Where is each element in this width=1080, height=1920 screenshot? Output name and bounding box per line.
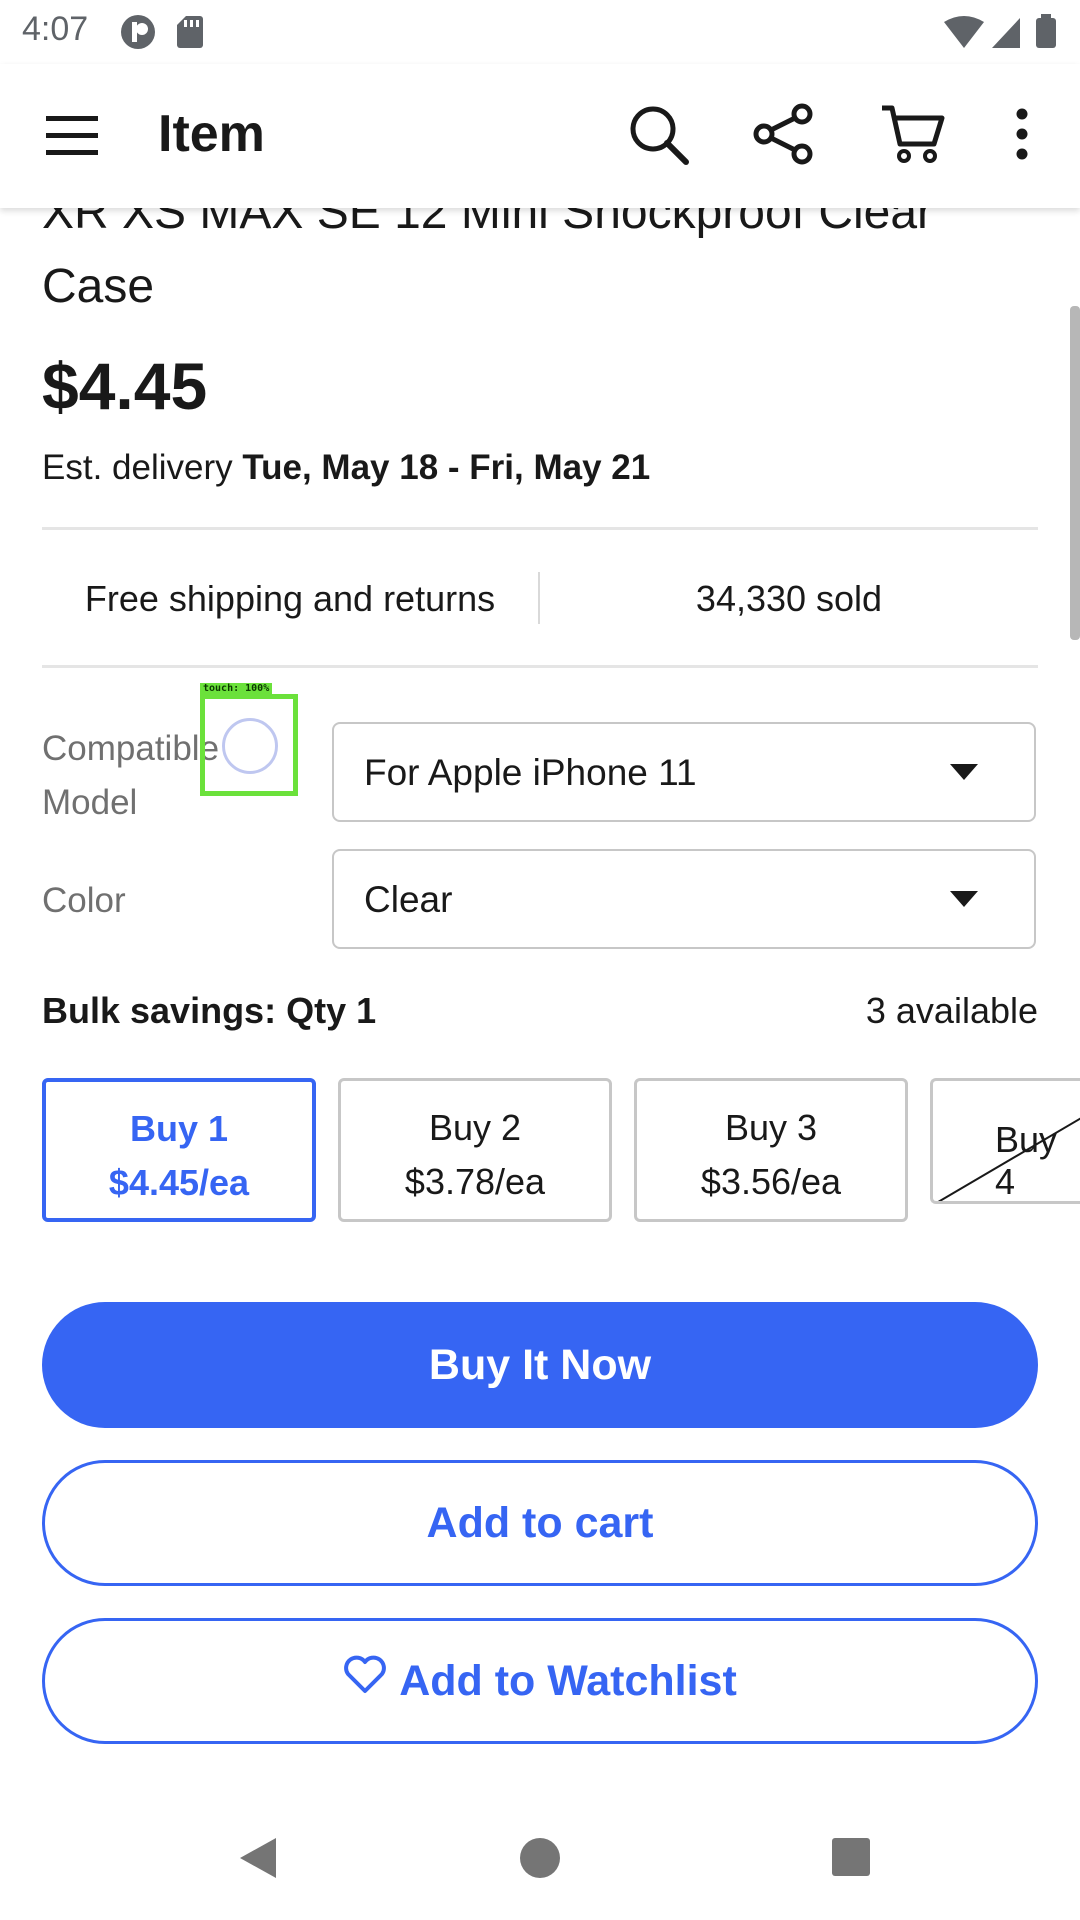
compatible-model-value: For Apple iPhone 11 <box>364 752 697 793</box>
menu-icon <box>46 116 98 155</box>
status-system-icons <box>942 14 1062 55</box>
share-icon <box>753 103 813 165</box>
recents-button[interactable] <box>832 1838 870 1876</box>
compatible-model-label: Compatible Model <box>42 722 219 830</box>
shipping-sold-row: Free shipping and returns 34,330 sold <box>42 528 1038 666</box>
search-icon <box>630 106 689 165</box>
bulk-option-buy-1[interactable]: Buy 1 $4.45/ea <box>42 1078 316 1222</box>
notification-icon <box>121 15 203 49</box>
compatible-model-label-line1: Compatible <box>42 729 220 768</box>
scrollbar[interactable] <box>1070 306 1080 640</box>
sold-count: 34,330 sold <box>695 578 883 619</box>
share-button[interactable] <box>752 102 816 166</box>
bulk-option-label: Buy 1 <box>129 1108 229 1149</box>
add-to-watchlist-button[interactable]: Add to Watchlist <box>42 1618 1038 1744</box>
touch-indicator-circle <box>222 718 278 774</box>
bulk-option-price: $4.45/ea <box>108 1162 250 1203</box>
status-time: 4:07 <box>22 10 89 48</box>
estimated-delivery: Est. delivery Tue, May 18 - Fri, May 21 <box>42 448 650 488</box>
status-notification-icons <box>120 14 210 55</box>
color-select[interactable]: Clear <box>332 849 1036 949</box>
wifi-signal-battery-icon <box>944 14 1056 48</box>
cart-icon <box>882 105 945 163</box>
search-button[interactable] <box>626 102 690 166</box>
heart-icon <box>343 1621 387 1741</box>
touch-indicator-label: touch: 100% <box>200 683 273 695</box>
chevron-down-icon <box>950 891 978 907</box>
color-value: Clear <box>364 879 453 920</box>
back-triangle-icon <box>240 1838 276 1878</box>
bulk-option-price: $3.56/ea <box>700 1161 842 1202</box>
bulk-option-buy-3[interactable]: Buy 3 $3.56/ea <box>634 1078 908 1222</box>
more-vert-icon <box>1016 108 1028 160</box>
item-price: $4.45 <box>42 349 208 423</box>
delivery-label: Est. delivery <box>42 448 243 487</box>
page-title: Item <box>158 105 265 163</box>
shipping-info: Free shipping and returns <box>84 578 496 619</box>
available-quantity: 3 available <box>865 990 1038 1031</box>
bulk-option-label: Buy 2 <box>428 1107 522 1148</box>
status-bar: 4:07 <box>0 0 1080 64</box>
cart-button[interactable] <box>880 102 946 166</box>
screen: 4:07 Item XR XS MAX SE 12 Mini Shockproo… <box>0 0 1080 1920</box>
divider <box>42 665 1038 668</box>
menu-button[interactable] <box>40 104 104 168</box>
home-button[interactable] <box>520 1838 560 1878</box>
bulk-option-price: $3.78/ea <box>404 1161 546 1202</box>
add-to-watchlist-label: Add to Watchlist <box>399 1657 737 1705</box>
app-bar: Item <box>0 64 1080 208</box>
bulk-option-label: Buy 4 <box>995 1119 1058 1202</box>
bulk-option-label: Buy 3 <box>724 1107 818 1148</box>
item-title-line2: Case <box>42 260 155 313</box>
more-options-button[interactable] <box>1002 102 1042 166</box>
buy-it-now-button[interactable]: Buy It Now <box>42 1302 1038 1428</box>
bulk-option-buy-4[interactable]: Buy 4 <box>930 1078 1080 1204</box>
system-navigation-bar <box>0 1800 1080 1920</box>
back-button[interactable] <box>236 1834 280 1887</box>
delivery-dates: Tue, May 18 - Fri, May 21 <box>242 448 651 487</box>
add-to-cart-button[interactable]: Add to cart <box>42 1460 1038 1586</box>
color-label: Color <box>42 881 126 920</box>
chevron-down-icon <box>950 764 978 780</box>
bulk-savings-title: Bulk savings: Qty 1 <box>42 990 377 1031</box>
compatible-model-label-line2: Model <box>42 783 138 822</box>
bulk-option-buy-2[interactable]: Buy 2 $3.78/ea <box>338 1078 612 1222</box>
compatible-model-select[interactable]: For Apple iPhone 11 <box>332 722 1036 822</box>
